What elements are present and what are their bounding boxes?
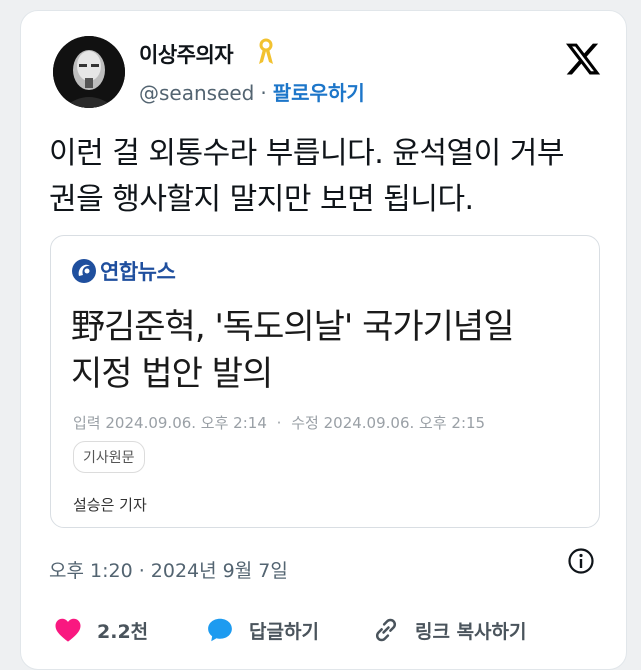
- reply-bubble-icon: [208, 618, 232, 642]
- ribbon-icon: [259, 38, 273, 64]
- tweet-card: 이상주의자 @seanseed · 팔로우하기 이런 걸 외통수라 부릅니다. 윤석…: [20, 10, 627, 670]
- follow-button[interactable]: 팔로우하기: [273, 81, 365, 105]
- input-date: 2024.09.06. 오후 2:14: [105, 414, 267, 432]
- reporter-name: 설승은 기자: [73, 496, 147, 514]
- reply-label: 답글하기: [249, 620, 319, 643]
- like-button[interactable]: 2.2천: [53, 615, 148, 645]
- input-label: 입력: [73, 414, 101, 432]
- yonhap-logo-icon: [72, 259, 96, 283]
- meta-separator: ·: [276, 414, 282, 432]
- link-icon: [375, 618, 397, 642]
- tweet-text-line: 이런 걸 외통수라 부릅니다. 윤석열이 거부: [49, 136, 564, 171]
- original-article-badge[interactable]: 기사원문: [73, 441, 145, 473]
- author-name[interactable]: 이상주의자: [139, 39, 234, 69]
- source-name: 연합뉴스: [100, 260, 176, 284]
- reply-button[interactable]: 답글하기: [205, 615, 319, 645]
- avatar[interactable]: [53, 36, 125, 108]
- source-logo: 연합뉴스: [71, 256, 176, 286]
- author-handle-row: @seanseed · 팔로우하기: [139, 77, 365, 106]
- x-logo-icon[interactable]: [564, 40, 602, 78]
- tweet-text: 이런 걸 외통수라 부릅니다. 윤석열이 거부 권을 행사할지 말지만 보면 됩…: [49, 131, 609, 223]
- heart-icon: [55, 618, 81, 642]
- article-meta: 입력 2024.09.06. 오후 2:14 · 수정 2024.09.06. …: [73, 412, 485, 433]
- tweet-text-line: 권을 행사할지 말지만 보면 됩니다.: [49, 182, 474, 217]
- separator-dot: ·: [260, 81, 267, 105]
- tweet-timestamp[interactable]: 오후 1:20 · 2024년 9월 7일: [49, 556, 288, 583]
- link-preview-card[interactable]: 연합뉴스 野김준혁, '독도의날' 국가기념일 지정 법안 발의 입력 2024…: [50, 235, 600, 528]
- edit-label: 수정: [291, 414, 319, 432]
- headline-line: 지정 법안 발의: [71, 354, 273, 394]
- copy-link-label: 링크 복사하기: [415, 620, 527, 643]
- article-headline: 野김준혁, '독도의날' 국가기념일 지정 법안 발의: [71, 304, 571, 398]
- headline-line: 野김준혁, '독도의날' 국가기념일: [71, 307, 514, 347]
- edit-date: 2024.09.06. 오후 2:15: [323, 414, 486, 432]
- author-handle[interactable]: @seanseed: [139, 81, 254, 105]
- action-bar: 2.2천 답글하기 링크 복사하기: [51, 615, 611, 649]
- info-icon[interactable]: [567, 547, 595, 575]
- copy-link-button[interactable]: 링크 복사하기: [371, 615, 527, 645]
- like-count: 2.2천: [97, 620, 149, 643]
